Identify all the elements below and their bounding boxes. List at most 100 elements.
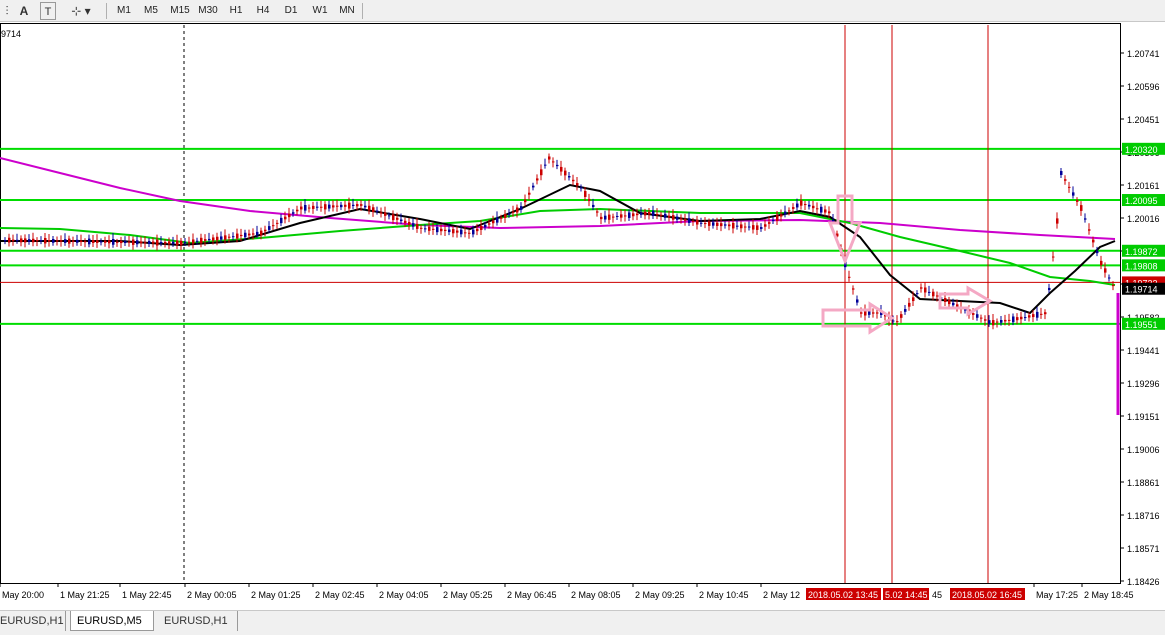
candle-body [332,205,335,208]
candle-body [732,222,735,229]
candle-body [1020,316,1023,320]
price-axis-label: 1.19441 [1127,346,1160,356]
candle-body [288,213,291,218]
candle-body [116,241,119,243]
time-axis-label: 2 May 02:45 [315,590,365,600]
candle-body [12,239,15,241]
candle-body [680,218,683,220]
candle-body [728,224,731,227]
candle-body [168,241,171,245]
candle-body [792,207,795,209]
candle-body [256,231,259,236]
time-axis-label: 2 May 04:05 [379,590,429,600]
candle-body [644,211,647,216]
timeframe-h1-button[interactable]: H1 [226,2,246,20]
candle-body [484,224,487,228]
chart-canvas[interactable]: 1.207411.205961.204511.203061.201611.200… [0,23,1165,610]
candle-body [456,230,459,233]
candle-body [1060,171,1063,175]
candle-body [276,222,279,224]
candle-body [852,288,855,290]
timeframe-m30-button[interactable]: M30 [195,2,221,20]
candle-body [80,240,83,243]
candle-body [772,219,775,222]
time-axis-label: 1 May 22:45 [122,590,172,600]
timeframe-m5-button[interactable]: M5 [141,2,161,20]
candle-body [300,206,303,210]
time-axis-label: 2 May 09:25 [635,590,685,600]
candle-body [292,212,295,214]
candle-body [1100,260,1103,266]
candle-body [868,311,871,315]
moving-average-mid [0,207,1116,286]
candle-body [1008,319,1011,321]
text-tool-icon[interactable]: A [16,2,32,20]
candle-body [132,239,135,245]
tab-eurusd-h1[interactable]: EURUSD,H1 [158,611,238,631]
candle-body [936,295,939,297]
candle-body [528,192,531,195]
tab-eurusd-h1[interactable]: EURUSD,H1 [0,611,66,631]
time-axis-label: 2 May 01:25 [251,590,301,600]
candle-body [340,204,343,208]
candle-body [1104,268,1107,273]
time-axis-label: 2 May 18:45 [1084,590,1134,600]
candle-body [640,213,643,215]
mt4-chart-window: ⫶ A T ⊹ ▾ M1 M5 M15 M30 H1 H4 D1 W1 MN 1… [0,0,1165,635]
candle-body [872,312,875,314]
candle-body [64,239,67,243]
time-axis-label: 2 May 05:25 [443,590,493,600]
candle-body [384,212,387,216]
indicators-icon[interactable]: ⫶ [0,2,14,20]
candle-body [496,217,499,223]
candle-body [688,218,691,223]
timeframe-m15-button[interactable]: M15 [167,2,193,20]
shapes-icon[interactable]: ⊹ ▾ [66,2,96,20]
tab-eurusd-m5[interactable]: EURUSD,M5 [70,611,154,631]
candle-body [260,230,263,236]
candle-body [328,204,331,209]
candle-body [88,238,91,245]
candle-body [160,242,163,244]
candle-body [220,236,223,240]
timeframe-m1-button[interactable]: M1 [114,2,134,20]
time-axis-label: 45 [932,590,942,600]
candle-body [904,308,907,312]
candle-body [952,302,955,306]
candle-body [108,240,111,244]
candle-body [652,210,655,217]
candle-body [580,187,583,189]
price-axis-label: 1.20596 [1127,82,1160,92]
time-axis-label: May 20:00 [2,590,44,600]
price-axis-label: 1.20161 [1127,181,1160,191]
candle-body [268,226,271,230]
timeframe-d1-button[interactable]: D1 [281,2,301,20]
candle-body [1012,316,1015,323]
candle-body [776,215,779,221]
candle-body [912,297,915,302]
candle-body [856,299,859,303]
candle-body [312,205,315,209]
candle-body [692,220,695,222]
candle-body [676,216,679,220]
price-chart[interactable]: 1.207411.205961.204511.203061.201611.200… [0,23,1165,610]
candle-body [576,183,579,186]
candle-body [440,228,443,232]
candle-body [232,236,235,238]
candle-body [996,321,999,323]
candle-body [320,206,323,208]
candle-body [760,227,763,229]
timeframe-mn-button[interactable]: MN [336,2,358,20]
candle-body [228,236,231,238]
candle-body [308,207,311,209]
text-label-icon[interactable]: T [40,2,56,20]
timeframe-h4-button[interactable]: H4 [253,2,273,20]
timeframe-w1-button[interactable]: W1 [309,2,331,20]
candle-body [200,237,203,244]
candle-body [156,239,159,246]
candle-body [1064,179,1067,181]
candle-body [1076,200,1079,202]
candle-body [564,170,567,176]
candle-body [8,237,11,243]
candle-body [348,202,351,209]
